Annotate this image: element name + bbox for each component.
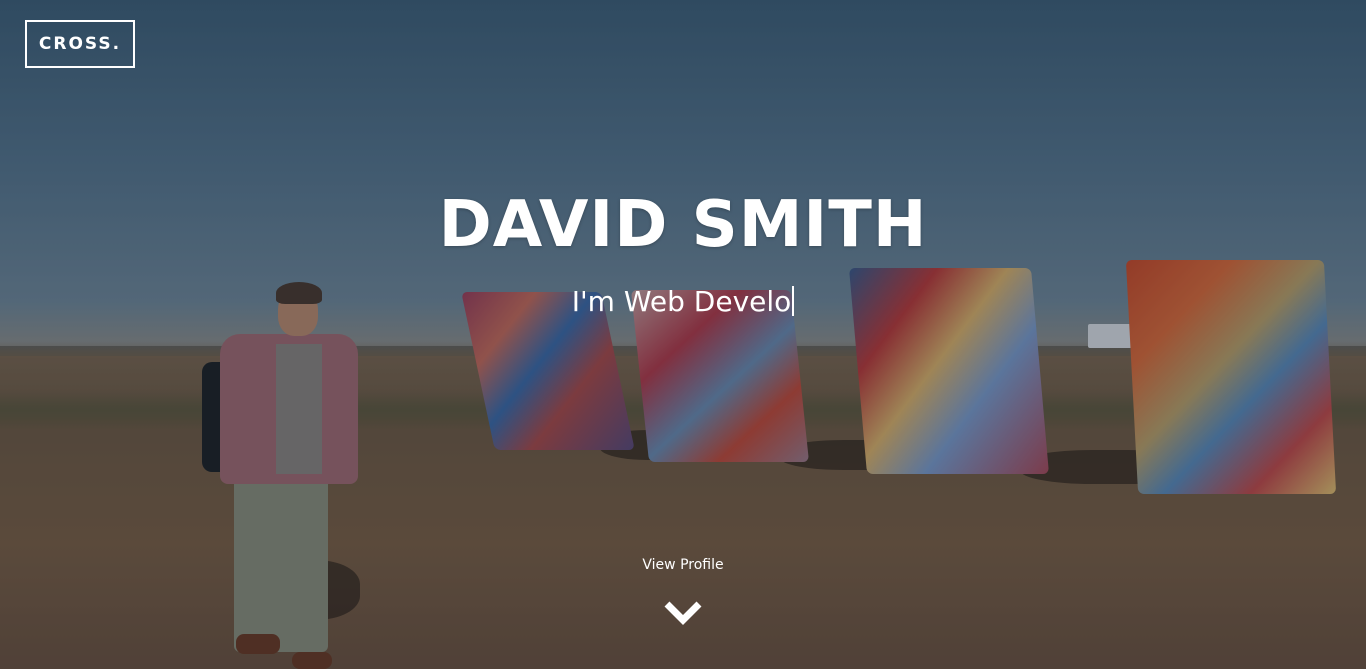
- brand-logo[interactable]: CROSS.: [25, 20, 135, 68]
- hero-title: DAVID SMITH: [438, 188, 928, 262]
- hero-section: CROSS. DAVID SMITH I'm Web Develo View P…: [0, 0, 1366, 669]
- hero-subtitle: I'm Web Develo: [0, 282, 1366, 322]
- view-profile-link[interactable]: View Profile: [0, 556, 1366, 574]
- typed-text: I'm Web Develo: [571, 285, 792, 318]
- typing-cursor: [792, 286, 795, 316]
- chevron-down-icon[interactable]: [663, 598, 703, 628]
